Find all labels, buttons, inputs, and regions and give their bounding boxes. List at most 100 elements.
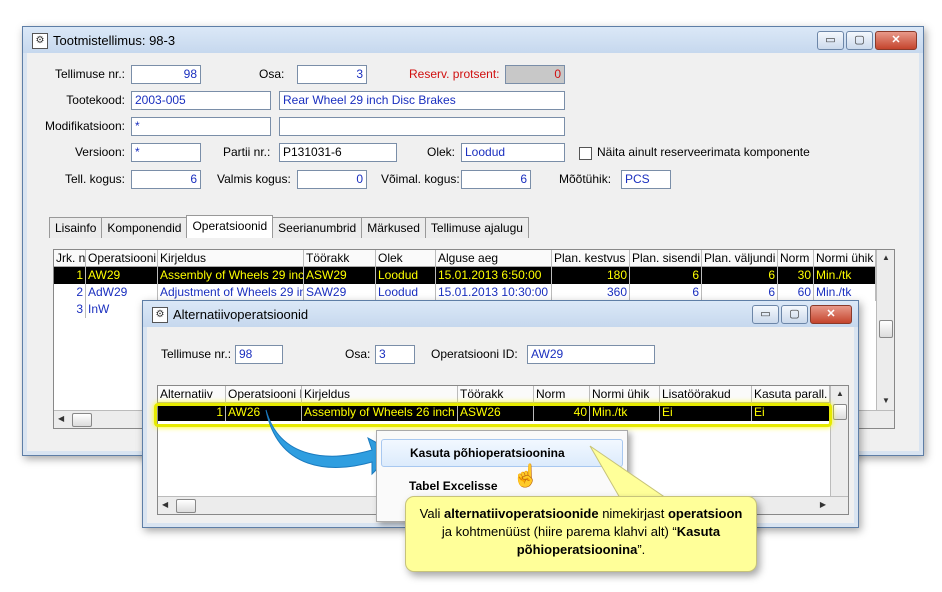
window-title: Tootmistellimus: 98-3 xyxy=(53,33,176,48)
alt-part-label: Osa: xyxy=(345,347,371,361)
cell: 30 xyxy=(778,267,814,284)
scroll-thumb[interactable] xyxy=(879,320,893,338)
col-header[interactable]: Lisatöörakud xyxy=(660,386,752,403)
cell: Min./tk xyxy=(814,267,876,284)
tab-seerianumbrid[interactable]: Seerianumbrid xyxy=(272,217,363,238)
cell: Assembly of Wheels 29 inch xyxy=(158,267,304,284)
minimize-button[interactable]: ▭ xyxy=(817,31,844,50)
version-field[interactable]: * xyxy=(131,143,201,162)
col-header[interactable]: Alguse aeg xyxy=(436,250,552,267)
cell: 6 xyxy=(630,267,702,284)
title-bar[interactable]: ⚙ Alternatiivoperatsioonid ▭ ▢ ✕ xyxy=(143,301,858,327)
col-header[interactable]: Olek xyxy=(376,250,436,267)
minimize-button[interactable]: ▭ xyxy=(752,305,779,324)
cell: Loodud xyxy=(376,284,436,301)
status-field[interactable]: Loodud xyxy=(461,143,565,162)
col-header[interactable]: Plan. kestvus xyxy=(552,250,630,267)
col-header[interactable]: Norm xyxy=(778,250,814,267)
status-label: Olek: xyxy=(427,145,456,159)
cell: ASW29 xyxy=(304,267,376,284)
cell: 3 xyxy=(54,301,86,318)
scroll-right-icon[interactable]: ▶ xyxy=(820,500,826,509)
tab-lisainfo[interactable]: Lisainfo xyxy=(49,217,103,238)
modification-desc-field[interactable] xyxy=(279,117,565,136)
product-code-field[interactable]: 2003-005 xyxy=(131,91,271,110)
alt-order-no-label: Tellimuse nr.: xyxy=(161,347,232,361)
product-code-label: Tootekood: xyxy=(66,93,125,107)
ready-qty-label: Valmis kogus: xyxy=(217,172,291,186)
scroll-left-icon[interactable]: ◀ xyxy=(162,500,168,509)
col-header[interactable]: Normi ühik xyxy=(814,250,876,267)
maximize-button[interactable]: ▢ xyxy=(781,305,808,324)
cell: AdW29 xyxy=(86,284,158,301)
unit-label: Mõõtühik: xyxy=(559,172,612,186)
selection-highlight xyxy=(154,403,832,427)
show-unreserved-label: Näita ainult reserveerimata komponente xyxy=(597,145,810,159)
col-header[interactable]: Kirjeldus xyxy=(158,250,304,267)
col-header[interactable]: Kasuta parall. xyxy=(752,386,830,403)
reserve-label: Reserv. protsent: xyxy=(409,67,500,81)
col-header[interactable]: Plan. sisendi xyxy=(630,250,702,267)
part-field[interactable]: 3 xyxy=(297,65,367,84)
table-header-row: Jrk. nr Operatsiooni Kirjeldus Töörakk O… xyxy=(54,250,894,267)
col-header[interactable]: Normi ühik xyxy=(590,386,660,403)
col-header[interactable]: Norm xyxy=(534,386,590,403)
table-row[interactable]: 2 AdW29 Adjustment of Wheels 29 inch SAW… xyxy=(54,284,894,301)
order-no-field[interactable]: 98 xyxy=(131,65,201,84)
vertical-scrollbar[interactable]: ▲ ▼ xyxy=(876,250,894,410)
cell: 60 xyxy=(778,284,814,301)
part-label: Osa: xyxy=(259,67,285,81)
app-icon: ⚙ xyxy=(32,33,48,49)
col-header[interactable]: Operatsiooni xyxy=(86,250,158,267)
scroll-up-icon[interactable]: ▲ xyxy=(882,253,890,262)
cell: Loodud xyxy=(376,267,436,284)
close-button[interactable]: ✕ xyxy=(875,31,917,50)
scroll-thumb[interactable] xyxy=(176,499,196,513)
col-header[interactable]: Töörakk xyxy=(458,386,534,403)
cell: 1 xyxy=(54,267,86,284)
col-header[interactable]: Alternatiiv xyxy=(158,386,226,403)
cell: AW29 xyxy=(86,267,158,284)
tab-tellimuse-ajalugu[interactable]: Tellimuse ajalugu xyxy=(424,217,529,238)
ready-qty-field[interactable]: 0 xyxy=(297,170,367,189)
alt-order-no-field[interactable]: 98 xyxy=(235,345,283,364)
unit-field[interactable]: PCS xyxy=(621,170,671,189)
tab-komponendid[interactable]: Komponendid xyxy=(101,217,188,238)
batch-field[interactable]: P131031-6 xyxy=(279,143,397,162)
scroll-down-icon[interactable]: ▼ xyxy=(882,396,890,405)
alt-op-id-field[interactable]: AW29 xyxy=(527,345,655,364)
cell: 180 xyxy=(552,267,630,284)
cell: 6 xyxy=(702,284,778,301)
reserve-field[interactable]: 0 xyxy=(505,65,565,84)
scroll-left-icon[interactable]: ◀ xyxy=(58,414,64,423)
close-button[interactable]: ✕ xyxy=(810,305,852,324)
modification-field[interactable]: * xyxy=(131,117,271,136)
vertical-scrollbar[interactable]: ▲ xyxy=(830,386,848,496)
title-bar[interactable]: ⚙ Tootmistellimus: 98-3 ▭ ▢ ✕ xyxy=(23,27,923,53)
scroll-up-icon[interactable]: ▲ xyxy=(836,389,844,398)
tab-markused[interactable]: Märkused xyxy=(361,217,426,238)
scroll-thumb[interactable] xyxy=(72,413,92,427)
cell: 6 xyxy=(630,284,702,301)
callout-text: ”. xyxy=(637,542,646,557)
possible-qty-label: Võimal. kogus: xyxy=(381,172,460,186)
order-qty-field[interactable]: 6 xyxy=(131,170,201,189)
tab-operatsioonid[interactable]: Operatsioonid xyxy=(186,215,274,238)
cell: SAW29 xyxy=(304,284,376,301)
cell: 360 xyxy=(552,284,630,301)
show-unreserved-checkbox[interactable] xyxy=(579,147,592,160)
possible-qty-field[interactable]: 6 xyxy=(461,170,531,189)
alt-op-id-label: Operatsiooni ID: xyxy=(431,347,518,361)
col-header[interactable]: Töörakk xyxy=(304,250,376,267)
scroll-thumb[interactable] xyxy=(833,404,847,420)
alt-part-field[interactable]: 3 xyxy=(375,345,415,364)
table-row[interactable]: 1 AW29 Assembly of Wheels 29 inch ASW29 … xyxy=(54,267,894,284)
product-name-field[interactable]: Rear Wheel 29 inch Disc Brakes xyxy=(279,91,565,110)
maximize-button[interactable]: ▢ xyxy=(846,31,873,50)
order-no-label: Tellimuse nr.: xyxy=(54,67,125,81)
col-header[interactable]: Plan. väljundi xyxy=(702,250,778,267)
cell: Min./tk xyxy=(814,284,876,301)
app-icon: ⚙ xyxy=(152,307,168,323)
window-title: Alternatiivoperatsioonid xyxy=(173,307,309,322)
col-header[interactable]: Jrk. nr xyxy=(54,250,86,267)
